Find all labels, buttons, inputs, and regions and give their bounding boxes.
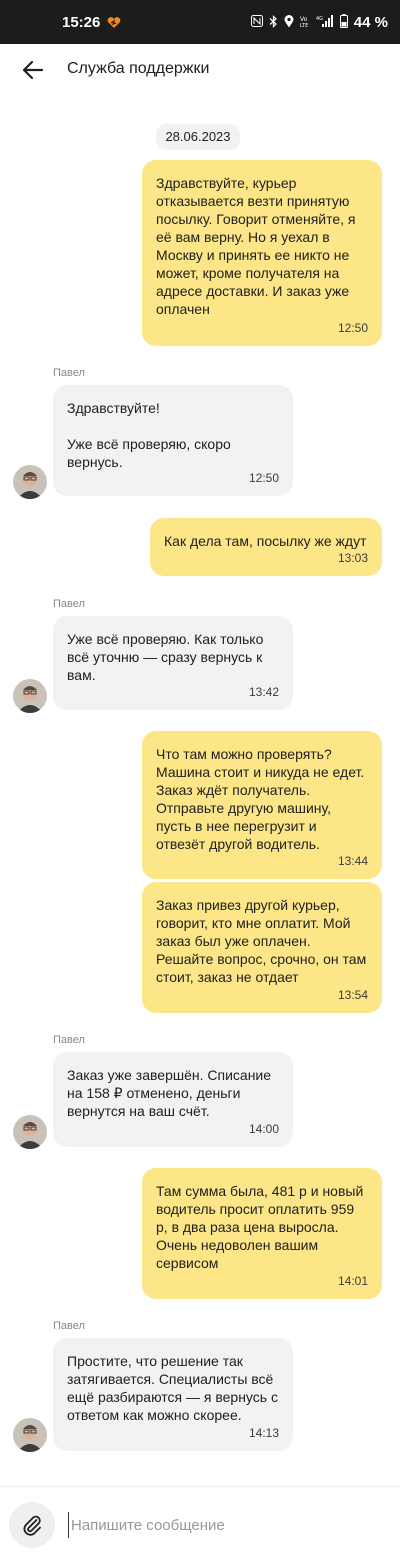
avatar[interactable] <box>13 465 47 499</box>
message-time: 14:01 <box>337 1274 368 1288</box>
app-notification-icon <box>107 16 121 28</box>
battery-icon <box>339 14 348 31</box>
message-time: 12:50 <box>337 321 368 335</box>
operator-avatar-icon <box>13 1115 47 1149</box>
message-time: 13:42 <box>248 685 279 699</box>
bluetooth-icon <box>269 14 278 31</box>
svg-text:4G: 4G <box>316 16 323 22</box>
message-time: 14:13 <box>248 1426 279 1440</box>
message-text: Заказ уже завершён. Списание на 158 ₽ от… <box>67 1067 272 1119</box>
message-time: 12:50 <box>248 471 279 485</box>
outgoing-message[interactable]: Заказ привез другой курьер, говорит, кто… <box>142 882 382 1013</box>
paperclip-icon <box>23 1515 41 1536</box>
date-separator: 28.06.2023 <box>156 124 240 150</box>
operator-avatar-icon <box>13 679 47 713</box>
nfc-icon <box>250 15 263 30</box>
message-text: Как дела там, посылку же ждут <box>164 533 367 549</box>
outgoing-message[interactable]: Там сумма была, 481 р и новый водитель п… <box>142 1168 382 1299</box>
sender-name: Павел <box>53 367 85 379</box>
signal-icon: 4G <box>316 14 334 31</box>
incoming-message[interactable]: Уже всё проверяю. Как только всё уточню … <box>53 616 293 710</box>
page-title: Служба поддержки <box>67 60 210 77</box>
svg-text:Vo: Vo <box>300 16 308 23</box>
operator-avatar-icon <box>13 1418 47 1452</box>
message-text: Что там можно проверять? Машина стоит и … <box>156 746 365 852</box>
message-text: Простите, что решение так затягивается. … <box>67 1353 278 1423</box>
battery-percent: 44 % <box>353 14 388 31</box>
message-time: 13:03 <box>337 551 368 565</box>
outgoing-message[interactable]: Здравствуйте, курьер отказывается везти … <box>142 160 382 346</box>
volte-icon: Vo LTE <box>300 15 310 31</box>
operator-avatar-icon <box>13 465 47 499</box>
message-text: Здравствуйте! Уже всё проверяю, скоро ве… <box>67 400 231 470</box>
message-text: Там сумма была, 481 р и новый водитель п… <box>156 1183 364 1271</box>
svg-text:LTE: LTE <box>300 23 308 28</box>
message-text: Заказ привез другой курьер, говорит, кто… <box>156 897 367 985</box>
back-button[interactable] <box>18 56 48 84</box>
message-text: Уже всё проверяю. Как только всё уточню … <box>67 631 264 683</box>
attach-button[interactable] <box>9 1502 55 1548</box>
sender-name: Павел <box>53 1034 85 1046</box>
sender-name: Павел <box>53 598 85 610</box>
status-bar: 15:26 Vo LTE 4G 44 % <box>0 0 400 44</box>
message-time: 13:44 <box>337 854 368 868</box>
arrow-left-icon <box>22 60 44 80</box>
location-icon <box>284 14 294 31</box>
incoming-message[interactable]: Заказ уже завершён. Списание на 158 ₽ от… <box>53 1052 293 1147</box>
incoming-message[interactable]: Здравствуйте! Уже всё проверяю, скоро ве… <box>53 385 293 496</box>
outgoing-message[interactable]: Что там можно проверять? Машина стоит и … <box>142 731 382 879</box>
chat-header: Служба поддержки <box>0 44 400 96</box>
status-icons: Vo LTE 4G 44 % <box>250 14 388 31</box>
message-time: 13:54 <box>337 988 368 1002</box>
incoming-message[interactable]: Простите, что решение так затягивается. … <box>53 1338 293 1451</box>
avatar[interactable] <box>13 1418 47 1452</box>
avatar[interactable] <box>13 1115 47 1149</box>
sender-name: Павел <box>53 1320 85 1332</box>
message-text: Здравствуйте, курьер отказывается везти … <box>156 175 356 317</box>
avatar[interactable] <box>13 679 47 713</box>
message-composer <box>0 1486 400 1566</box>
message-input[interactable] <box>68 1512 378 1538</box>
status-time: 15:26 <box>62 14 101 31</box>
outgoing-message[interactable]: Как дела там, посылку же ждут 13:03 <box>150 518 382 576</box>
message-time: 14:00 <box>248 1122 279 1136</box>
